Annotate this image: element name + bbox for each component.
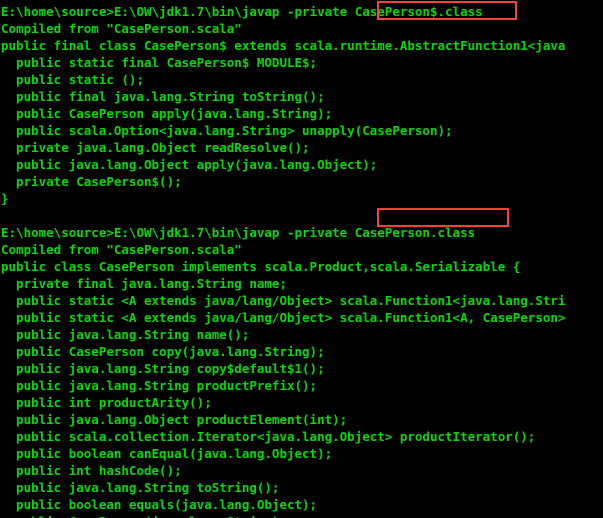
terminal-line: private java.lang.Object readResolve(); bbox=[1, 140, 310, 155]
terminal-line: public static <A extends java/lang/Objec… bbox=[1, 310, 566, 325]
terminal-line: public java.lang.String copy$default$1()… bbox=[1, 361, 325, 376]
terminal-line: public final java.lang.String toString()… bbox=[1, 89, 325, 104]
terminal-line: public java.lang.String productPrefix(); bbox=[1, 378, 318, 393]
terminal-line: Compiled from "CasePerson.scala" bbox=[1, 21, 242, 36]
terminal-line: public scala.Option<java.lang.String> un… bbox=[1, 123, 453, 138]
terminal-line: public java.lang.String toString(); bbox=[1, 480, 280, 495]
terminal-line: public int productArity(); bbox=[1, 395, 212, 410]
terminal-line: public java.lang.String name(); bbox=[1, 327, 250, 342]
terminal-line: public CasePerson copy(java.lang.String)… bbox=[1, 344, 325, 359]
terminal-line: public CasePerson(java.lang.String); bbox=[0, 513, 603, 518]
terminal-line: public static final CasePerson$ MODULE$; bbox=[1, 55, 318, 70]
terminal-line: public int hashCode(); bbox=[1, 463, 182, 478]
terminal-line: Compiled from "CasePerson.scala" bbox=[1, 242, 242, 257]
terminal-line: public boolean canEqual(java.lang.Object… bbox=[1, 446, 333, 461]
terminal-line: public boolean equals(java.lang.Object); bbox=[1, 497, 318, 512]
terminal-line: public CasePerson apply(java.lang.String… bbox=[1, 106, 333, 121]
terminal-line: public static <A extends java/lang/Objec… bbox=[1, 293, 566, 308]
terminal-window[interactable]: E:\home\source>E:\OW\jdk1.7\bin\javap -p… bbox=[0, 0, 603, 518]
terminal-line: public java.lang.Object apply(java.lang.… bbox=[1, 157, 378, 172]
terminal-line: private CasePerson$(); bbox=[1, 174, 182, 189]
terminal-line: E:\home\source>E:\OW\jdk1.7\bin\javap -p… bbox=[1, 225, 476, 240]
terminal-output-area: E:\home\source>E:\OW\jdk1.7\bin\javap -p… bbox=[0, 0, 603, 518]
terminal-line: public class CasePerson implements scala… bbox=[1, 259, 521, 274]
terminal-line: private final java.lang.String name; bbox=[1, 276, 287, 291]
terminal-line: public static (); bbox=[1, 72, 144, 87]
terminal-line: E:\home\source>E:\OW\jdk1.7\bin\javap -p… bbox=[1, 4, 483, 19]
terminal-line: public scala.collection.Iterator<java.la… bbox=[1, 429, 536, 444]
terminal-line: public java.lang.Object productElement(i… bbox=[1, 412, 348, 427]
terminal-line: public final class CasePerson$ extends s… bbox=[1, 38, 566, 53]
terminal-line: } bbox=[1, 191, 9, 206]
